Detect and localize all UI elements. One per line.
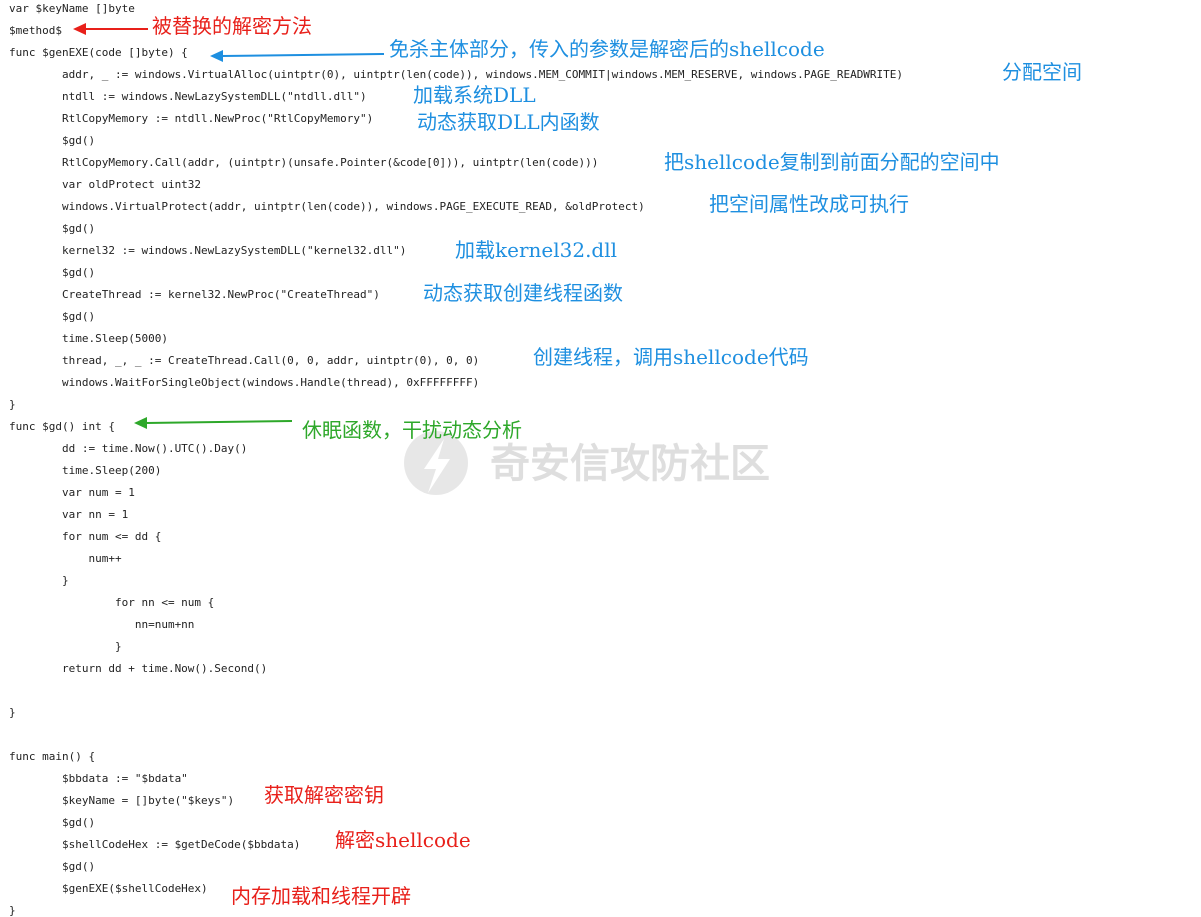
arrows-layer <box>73 23 385 429</box>
annotation-load-system-dll: 加载系统DLL <box>413 83 536 107</box>
annotation-load-kernel32: 加载kernel32.dll <box>455 238 618 262</box>
annotation-dynamic-get-dll-func: 动态获取DLL内函数 <box>417 110 600 134</box>
annotation-copy-shellcode: 把shellcode复制到前面分配的空间中 <box>664 150 1000 174</box>
annotation-dynamic-get-create-thread: 动态获取创建线程函数 <box>423 281 623 305</box>
annotation-make-executable: 把空间属性改成可执行 <box>709 192 909 216</box>
annotation-decrypt-shellcode: 解密shellcode <box>335 828 471 852</box>
annotation-get-key: 获取解密密钥 <box>264 783 384 807</box>
annotation-main-body: 免杀主体部分，传入的参数是解密后的shellcode <box>389 37 825 61</box>
arrow-blue-icon <box>210 50 385 62</box>
annotation-replaced-decrypt: 被替换的解密方法 <box>152 14 312 38</box>
arrow-green-icon <box>134 417 293 429</box>
arrow-red-icon <box>73 23 148 35</box>
annotation-create-thread-call: 创建线程，调用shellcode代码 <box>533 345 809 369</box>
annotation-memory-load-thread: 内存加载和线程开辟 <box>231 884 411 908</box>
annotation-alloc-space: 分配空间 <box>1002 60 1082 84</box>
annotation-sleep-func: 休眠函数，干扰动态分析 <box>302 418 522 442</box>
